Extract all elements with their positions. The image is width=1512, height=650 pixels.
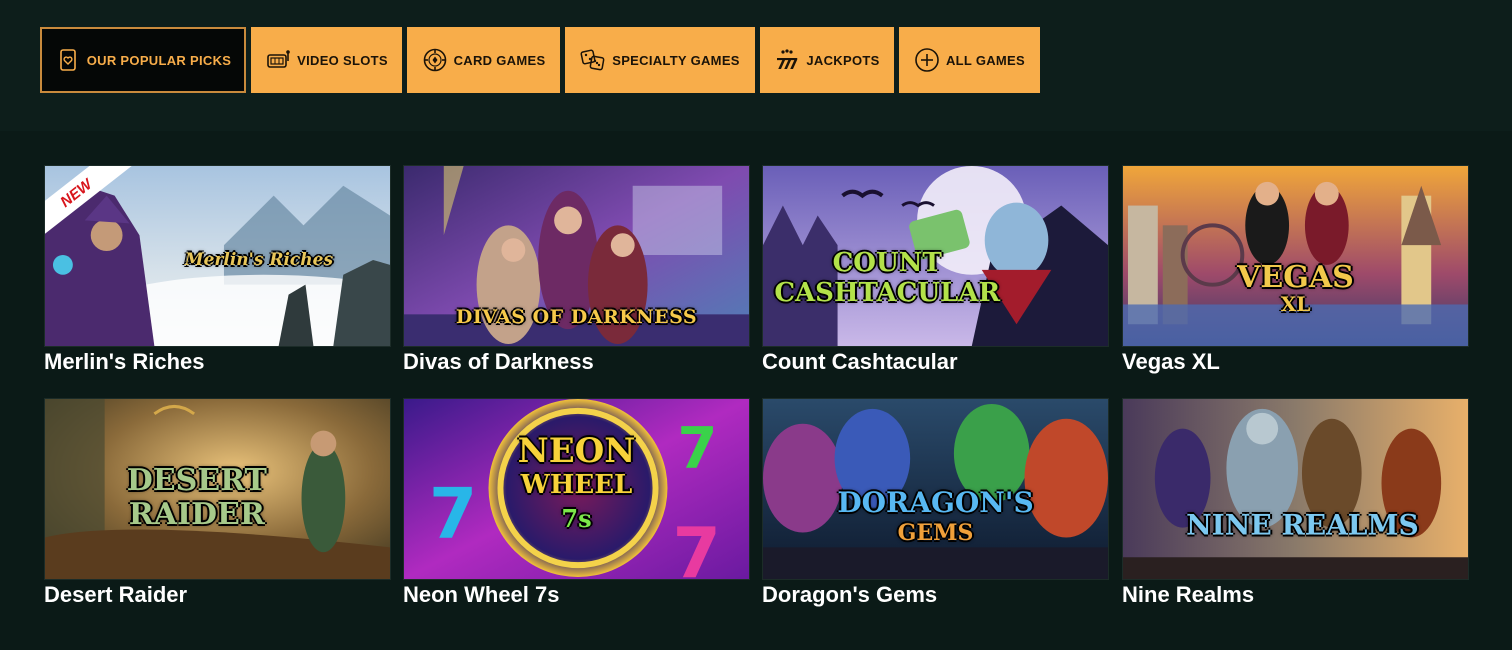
game-art-title-line: COUNT — [832, 247, 942, 278]
tab-label: VIDEO SLOTS — [297, 52, 388, 68]
game-thumbnail[interactable]: VEGAS XL — [1122, 165, 1469, 347]
game-art-title: Merlin's Riches — [184, 249, 334, 270]
game-art-title-line: CASHTACULAR — [774, 277, 1001, 308]
game-art-title-line: DORAGON'S — [837, 485, 1034, 519]
game-name[interactable]: Neon Wheel 7s — [403, 582, 750, 608]
svg-text:7: 7 — [429, 475, 477, 555]
game-art-title: NEON WHEEL 7s — [518, 434, 636, 536]
game-art-title-line: VEGAS — [1237, 260, 1354, 296]
game-art-title-line: GEMS — [897, 519, 974, 546]
game-art-title-line: XL — [1280, 292, 1311, 317]
game-art-title-line: RAIDER — [128, 497, 265, 532]
game-card-nine-realms[interactable]: NINE REALMS Nine Realms — [1122, 398, 1469, 608]
game-art-title-line: NEON — [517, 431, 636, 472]
game-art-title: DIVAS OF DARKNESS — [455, 306, 698, 329]
game-card-divas-of-darkness[interactable]: DIVAS OF DARKNESS Divas of Darkness — [403, 165, 750, 375]
tab-video-slots[interactable]: VIDEO SLOTS — [251, 27, 402, 93]
tab-label: JACKPOTS — [806, 52, 880, 68]
game-art-title-line: WHEEL — [520, 470, 633, 501]
game-art-title-line: DESERT — [126, 463, 267, 498]
tab-label: OUR POPULAR PICKS — [86, 52, 232, 68]
game-thumbnail[interactable]: DIVAS OF DARKNESS — [403, 165, 750, 347]
game-thumbnail[interactable]: 7 7 7 NEON WHEEL 7s — [403, 398, 750, 580]
game-thumbnail[interactable]: DESERT RAIDER — [44, 398, 391, 580]
heart-card-icon — [55, 47, 81, 73]
svg-text:7: 7 — [672, 514, 720, 579]
game-thumbnail[interactable]: DORAGON'S GEMS — [762, 398, 1109, 580]
tab-label: SPECIALTY GAMES — [612, 52, 740, 68]
game-art-title: VEGAS XL — [1237, 260, 1354, 317]
tab-card-games[interactable]: CARD GAMES — [407, 27, 560, 93]
game-art-title: DESERT RAIDER — [127, 464, 267, 532]
game-card-merlins-riches[interactable]: Merlin's Riches NEW Merlin's Riches — [44, 165, 391, 375]
game-thumbnail[interactable]: COUNT CASHTACULAR — [762, 165, 1109, 347]
svg-text:7: 7 — [788, 55, 799, 73]
plus-circle-icon — [914, 47, 940, 73]
game-card-vegas-xl[interactable]: VEGAS XL Vegas XL — [1122, 165, 1469, 375]
game-card-desert-raider[interactable]: DESERT RAIDER Desert Raider — [44, 398, 391, 608]
game-name[interactable]: Divas of Darkness — [403, 349, 750, 375]
svg-text:7: 7 — [677, 415, 717, 482]
game-thumbnail[interactable]: NINE REALMS — [1122, 398, 1469, 580]
game-name[interactable]: Merlin's Riches — [44, 349, 391, 375]
game-card-count-cashtacular[interactable]: COUNT CASHTACULAR Count Cashtacular — [762, 165, 1109, 375]
game-art-title-line: 7s — [561, 504, 592, 534]
category-tabs: OUR POPULAR PICKS VIDEO SLOTS CARD GAMES… — [40, 27, 1040, 93]
game-name[interactable]: Count Cashtacular — [762, 349, 1109, 375]
game-card-doragons-gems[interactable]: DORAGON'S GEMS Doragon's Gems — [762, 398, 1109, 608]
game-name[interactable]: Vegas XL — [1122, 349, 1469, 375]
poker-chip-icon — [422, 47, 448, 73]
tab-label: ALL GAMES — [945, 52, 1026, 68]
game-name[interactable]: Desert Raider — [44, 582, 391, 608]
tab-all-games[interactable]: ALL GAMES — [899, 27, 1040, 93]
game-art-title: DORAGON'S GEMS — [837, 485, 1034, 548]
game-name[interactable]: Doragon's Gems — [762, 582, 1109, 608]
tab-jackpots[interactable]: 777 JACKPOTS — [760, 27, 894, 93]
tab-label: CARD GAMES — [453, 52, 546, 68]
sevens-icon: 777 — [774, 47, 800, 73]
dice-icon — [580, 47, 606, 73]
tab-our-popular-picks[interactable]: OUR POPULAR PICKS — [40, 27, 246, 93]
slot-machine-icon — [265, 47, 291, 73]
game-art-title: NINE REALMS — [1186, 508, 1419, 542]
category-bar: OUR POPULAR PICKS VIDEO SLOTS CARD GAMES… — [0, 0, 1512, 131]
game-thumbnail[interactable]: Merlin's Riches NEW — [44, 165, 391, 347]
game-card-neon-wheel-7s[interactable]: 7 7 7 NEON WHEEL 7s Neon Wheel 7s — [403, 398, 750, 608]
game-name[interactable]: Nine Realms — [1122, 582, 1469, 608]
tab-specialty-games[interactable]: SPECIALTY GAMES — [565, 27, 755, 93]
game-art-title: COUNT CASHTACULAR — [774, 248, 1000, 308]
